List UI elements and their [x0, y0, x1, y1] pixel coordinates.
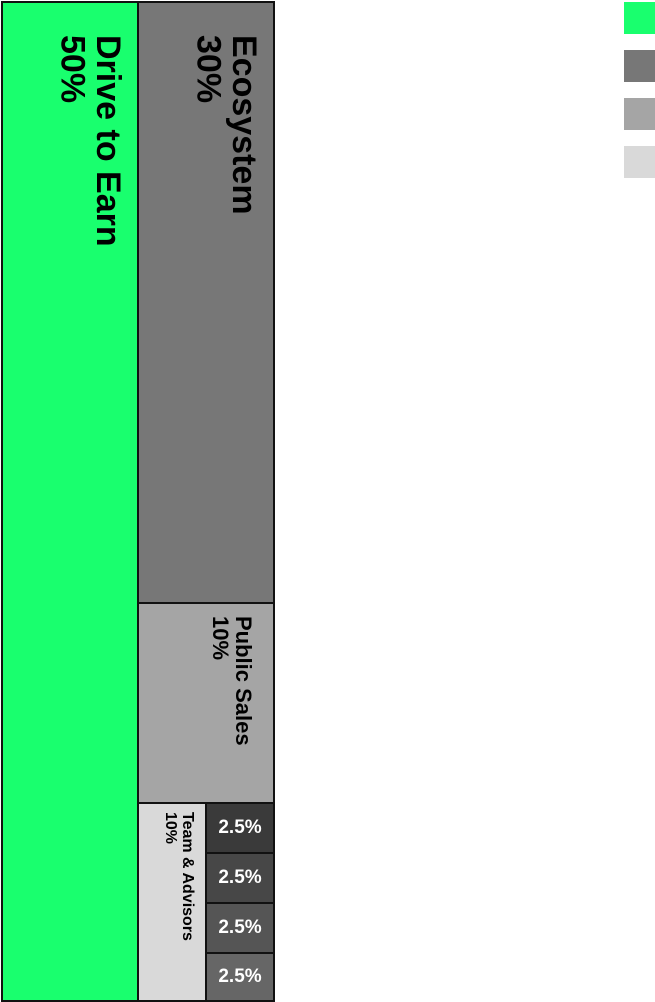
treemap-cell: Ecosystem 30% — [137, 1, 275, 604]
cell-name: Ecosystem — [225, 35, 263, 215]
legend-swatch — [624, 146, 655, 178]
cell-name: Team & Advisors — [179, 812, 196, 941]
legend-swatch — [624, 50, 655, 82]
cell-label: Public Sales 10% — [207, 616, 256, 746]
cell-name: Drive to Earn — [89, 35, 127, 247]
cell-value: 2.5% — [218, 867, 262, 888]
treemap-cell: Drive to Earn 50% — [1, 1, 139, 1002]
cell-name: Public Sales — [231, 616, 256, 746]
cell-value: 2.5% — [218, 817, 262, 838]
treemap-cell: 2.5% — [205, 852, 275, 904]
treemap-cell: 2.5% — [205, 902, 275, 954]
cell-value: 2.5% — [218, 966, 262, 987]
cell-value: 50% — [53, 35, 92, 104]
cell-label: Team & Advisors 10% — [161, 812, 196, 941]
legend-swatch — [624, 98, 655, 130]
legend-swatch — [624, 2, 655, 34]
treemap-cell: Public Sales 10% — [137, 602, 275, 804]
cell-label: Ecosystem 30% — [189, 35, 263, 215]
treemap-cell: Team & Advisors 10% — [137, 802, 207, 1002]
cell-value: 30% — [189, 35, 228, 104]
treemap-cell: 2.5% — [205, 952, 275, 1002]
cell-label: Drive to Earn 50% — [53, 35, 127, 247]
treemap-cell: 2.5% — [205, 802, 275, 854]
cell-value: 10% — [162, 812, 180, 845]
cell-value: 2.5% — [218, 917, 262, 938]
cell-value: 10% — [207, 616, 233, 661]
